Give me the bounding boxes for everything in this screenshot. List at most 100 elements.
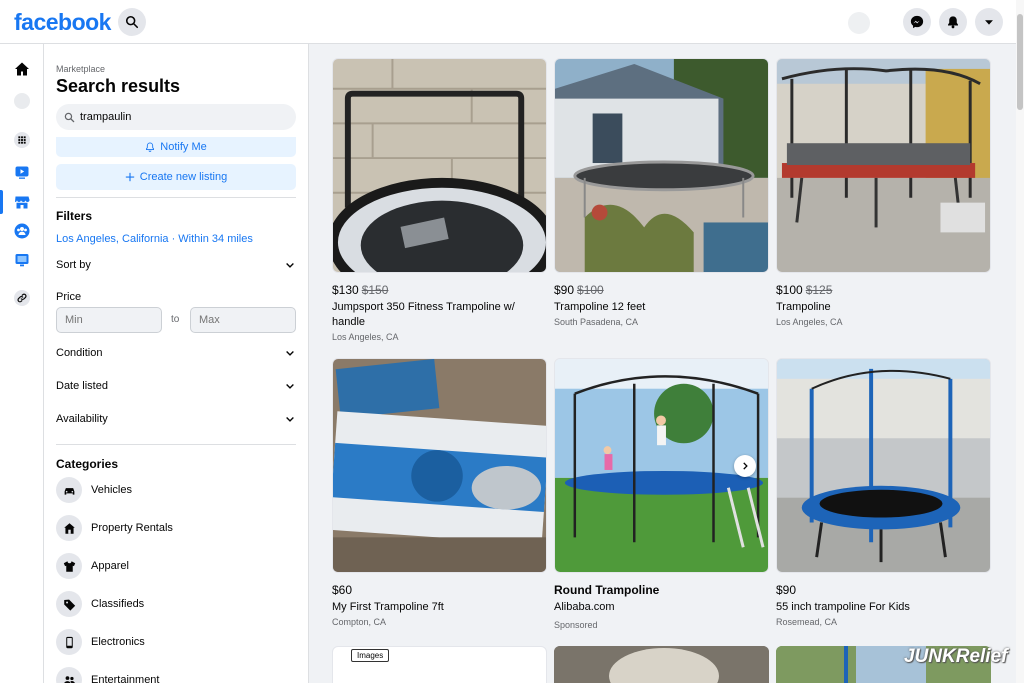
listing-card[interactable]: $100 $125 Trampoline Los Angeles, CA bbox=[776, 58, 991, 327]
listing-price: $90 $100 bbox=[554, 283, 769, 297]
availability-label: Availability bbox=[56, 413, 108, 425]
notify-me-label: Notify Me bbox=[160, 141, 207, 153]
rail-links[interactable] bbox=[11, 287, 33, 309]
listing-photo-partial[interactable] bbox=[554, 646, 769, 683]
search-icon bbox=[125, 15, 139, 29]
account-menu-button[interactable] bbox=[975, 8, 1003, 36]
people-icon bbox=[63, 675, 75, 683]
watermark: JUNKRelief bbox=[904, 646, 1008, 667]
price-label: Price bbox=[56, 291, 82, 303]
next-image-button[interactable] bbox=[734, 455, 756, 477]
chevron-down-icon bbox=[286, 263, 294, 268]
listing-photo[interactable] bbox=[776, 358, 991, 573]
rail-groups[interactable] bbox=[11, 220, 33, 242]
search-icon bbox=[64, 112, 75, 122]
backyard-trampoline-photo bbox=[555, 59, 768, 272]
price-max-input[interactable] bbox=[190, 307, 296, 333]
price-value: $90 bbox=[554, 283, 575, 297]
original-price: $100 bbox=[577, 283, 604, 297]
date-listed-dropdown[interactable]: Date listed bbox=[56, 377, 296, 395]
listing-title: Trampoline 12 feet bbox=[554, 301, 646, 313]
listing-photo[interactable] bbox=[554, 358, 769, 573]
category-apparel[interactable]: Apparel bbox=[56, 553, 129, 579]
groups-icon bbox=[14, 223, 30, 239]
rail-marketplace[interactable] bbox=[11, 191, 33, 213]
listing-price: $90 bbox=[776, 583, 991, 597]
home-icon bbox=[15, 62, 29, 76]
rail-apps[interactable] bbox=[11, 129, 33, 151]
chevron-down-icon bbox=[286, 384, 294, 389]
profile-icon bbox=[14, 93, 30, 109]
condition-dropdown[interactable]: Condition bbox=[56, 344, 296, 362]
marketplace-sidebar: Marketplace Search results Notify Me Cre… bbox=[44, 44, 309, 683]
marketplace-search[interactable] bbox=[56, 104, 296, 130]
price-min-input[interactable] bbox=[56, 307, 162, 333]
marketplace-icon bbox=[15, 196, 30, 209]
search-button[interactable] bbox=[118, 8, 146, 36]
listing-photo-partial[interactable]: Images bbox=[332, 646, 547, 683]
category-electronics[interactable]: Electronics bbox=[56, 629, 145, 655]
gaming-icon bbox=[15, 254, 29, 267]
facebook-logo[interactable]: facebook bbox=[14, 9, 111, 36]
images-tag: Images bbox=[351, 649, 390, 662]
rail-profile[interactable] bbox=[11, 90, 33, 112]
rail-home[interactable] bbox=[11, 58, 33, 80]
patio-trampoline-photo bbox=[777, 59, 990, 272]
price-value: $90 bbox=[776, 583, 797, 597]
listing-photo[interactable] bbox=[776, 58, 991, 273]
listing-card[interactable]: $60 My First Trampoline 7ft Compton, CA bbox=[332, 358, 547, 627]
category-property-rentals[interactable]: Property Rentals bbox=[56, 515, 173, 541]
watch-icon bbox=[15, 166, 29, 179]
create-listing-button[interactable]: Create new listing bbox=[56, 164, 296, 190]
listing-title: Trampoline bbox=[776, 301, 831, 313]
categories-heading: Categories bbox=[56, 457, 119, 471]
messenger-button[interactable] bbox=[903, 8, 931, 36]
rail-gaming[interactable] bbox=[11, 249, 33, 271]
listing-location: South Pasadena, CA bbox=[554, 317, 639, 327]
chevron-down-icon bbox=[286, 351, 294, 356]
location-filter[interactable]: Los Angeles, California · Within 34 mile… bbox=[56, 233, 253, 245]
messenger-icon bbox=[910, 15, 924, 29]
listing-card[interactable]: $130 $150 Jumpsport 350 Fitness Trampolin… bbox=[332, 58, 547, 342]
sponsored-label: Sponsored bbox=[554, 620, 598, 630]
divider bbox=[56, 444, 296, 445]
category-classifieds[interactable]: Classifieds bbox=[56, 591, 144, 617]
sponsored-listing-card[interactable]: Round Trampoline Alibaba.com Sponsored bbox=[554, 358, 769, 630]
listing-photo[interactable] bbox=[332, 358, 547, 573]
house-icon bbox=[63, 522, 75, 534]
notifications-button[interactable] bbox=[939, 8, 967, 36]
rail-watch[interactable] bbox=[11, 161, 33, 183]
divider bbox=[56, 197, 296, 198]
breadcrumb[interactable]: Marketplace bbox=[56, 64, 105, 74]
sponsored-title: Round Trampoline bbox=[554, 583, 660, 597]
category-vehicles[interactable]: Vehicles bbox=[56, 477, 132, 503]
chevron-right-icon bbox=[743, 462, 748, 470]
listing-card[interactable]: $90 55 inch trampoline For Kids Rosemead… bbox=[776, 358, 991, 627]
scrollbar-thumb[interactable] bbox=[1017, 14, 1023, 110]
category-label: Apparel bbox=[91, 560, 129, 572]
page-scrollbar[interactable] bbox=[1016, 0, 1024, 683]
listing-photo[interactable] bbox=[332, 58, 547, 273]
plus-icon bbox=[125, 172, 135, 182]
listing-location: Rosemead, CA bbox=[776, 617, 838, 627]
page-title: Search results bbox=[56, 76, 181, 96]
category-label: Property Rentals bbox=[91, 522, 173, 534]
price-value: $130 bbox=[332, 283, 359, 297]
notify-me-button[interactable]: Notify Me bbox=[56, 137, 296, 157]
listing-location: Compton, CA bbox=[332, 617, 387, 627]
listing-location: Los Angeles, CA bbox=[332, 332, 399, 342]
listing-photo[interactable] bbox=[554, 58, 769, 273]
boxed-trampoline-photo bbox=[333, 359, 546, 572]
bell-icon bbox=[948, 16, 958, 29]
original-price: $125 bbox=[805, 283, 833, 297]
kids-trampoline-photo bbox=[777, 359, 990, 572]
account-avatar[interactable] bbox=[848, 12, 870, 34]
category-entertainment[interactable]: Entertainment bbox=[56, 667, 159, 683]
chevron-down-icon bbox=[286, 417, 294, 422]
search-input[interactable] bbox=[80, 111, 280, 123]
sort-by-dropdown[interactable]: Sort by bbox=[56, 256, 296, 274]
availability-dropdown[interactable]: Availability bbox=[56, 410, 296, 428]
listing-card[interactable]: $90 $100 Trampoline 12 feet South Pasaden… bbox=[554, 58, 769, 327]
category-label: Vehicles bbox=[91, 484, 132, 496]
category-label: Electronics bbox=[91, 636, 145, 648]
